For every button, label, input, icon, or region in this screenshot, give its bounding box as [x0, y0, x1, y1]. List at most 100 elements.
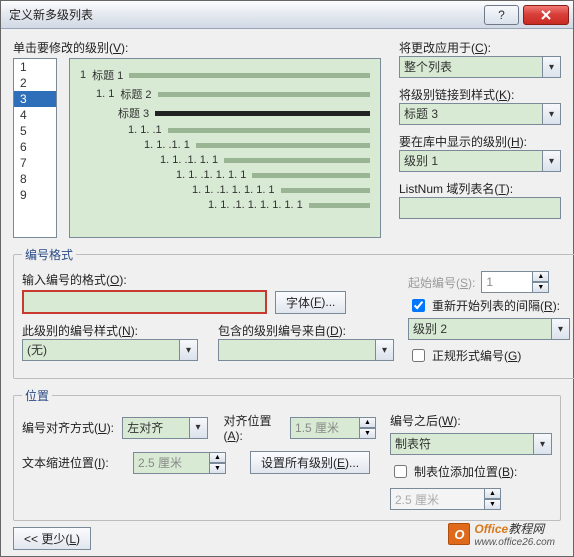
include-from-label: 包含的级别编号来自(D):: [218, 322, 394, 339]
chevron-down-icon[interactable]: [543, 103, 561, 125]
restart-label: 重新开始列表的间隔(R):: [432, 297, 560, 314]
close-button[interactable]: [523, 5, 569, 25]
restart-combo[interactable]: 级别 2: [408, 318, 570, 340]
spin-up-icon[interactable]: ▲: [533, 271, 549, 282]
apply-to-combo[interactable]: 整个列表: [399, 56, 561, 78]
align-at-input[interactable]: [290, 417, 360, 439]
link-style-label: 将级别链接到样式(K):: [399, 86, 561, 103]
align-combo[interactable]: 左对齐: [122, 417, 207, 439]
listnum-value: [399, 197, 561, 219]
preview-row: 标题 3: [80, 105, 370, 121]
chevron-down-icon[interactable]: [543, 150, 561, 172]
restart-checkbox[interactable]: [412, 299, 425, 312]
spin-up-icon[interactable]: ▲: [360, 417, 376, 428]
preview-row: 1标题 1: [80, 67, 370, 83]
level-item[interactable]: 8: [14, 171, 56, 187]
format-fieldset: 编号格式 输入编号的格式(O): 字体(F)... 此级别的编号样式(N): (…: [13, 246, 574, 379]
legal-checkbox-row[interactable]: 正规形式编号(G): [408, 346, 570, 365]
chevron-down-icon[interactable]: [543, 56, 561, 78]
follow-combo[interactable]: 制表符: [390, 433, 552, 455]
level-item[interactable]: 1: [14, 59, 56, 75]
office-icon: O: [448, 523, 470, 545]
show-level-combo[interactable]: 级别 1: [399, 150, 561, 172]
preview-row: 1. 1. .1. 1. 1. 1: [80, 169, 370, 181]
chevron-down-icon[interactable]: [534, 433, 552, 455]
restart-value: 级别 2: [408, 318, 552, 340]
preview-row: 1. 1标题 2: [80, 86, 370, 102]
follow-value: 制表符: [390, 433, 534, 455]
tab-add-input: [390, 488, 485, 510]
link-style-combo[interactable]: 标题 3: [399, 103, 561, 125]
apply-to-label: 将更改应用于(C):: [399, 39, 561, 56]
spin-up-icon[interactable]: ▲: [210, 452, 226, 463]
restart-checkbox-row[interactable]: 重新开始列表的间隔(R):: [408, 296, 570, 315]
align-value: 左对齐: [122, 417, 189, 439]
align-at-spin[interactable]: ▲▼: [290, 417, 376, 439]
listnum-input[interactable]: [399, 197, 561, 219]
include-from-value: [218, 339, 376, 361]
less-button[interactable]: << 更少(L): [13, 527, 91, 550]
chevron-down-icon[interactable]: [552, 318, 570, 340]
spin-up-icon: ▲: [485, 488, 501, 499]
level-style-label: 此级别的编号样式(N):: [22, 322, 198, 339]
tab-add-spin: ▲▼: [390, 488, 552, 510]
listnum-label: ListNum 域列表名(T):: [399, 180, 561, 197]
level-item[interactable]: 4: [14, 107, 56, 123]
show-level-label: 要在库中显示的级别(H):: [399, 133, 561, 150]
preview-row: 1. 1. .1. 1: [80, 139, 370, 151]
indent-spin[interactable]: ▲▼: [133, 452, 226, 474]
level-item[interactable]: 2: [14, 75, 56, 91]
position-legend: 位置: [22, 387, 52, 404]
set-all-button[interactable]: 设置所有级别(E)...: [250, 451, 370, 474]
preview-row: 1. 1. .1. 1. 1: [80, 154, 370, 166]
titlebar: 定义新多级列表 ?: [1, 1, 573, 29]
format-input[interactable]: [22, 290, 267, 314]
dialog-body: 单击要修改的级别(V): 123456789 1标题 1 1. 1标题 2 标题 3…: [1, 29, 573, 556]
legal-label: 正规形式编号(G): [432, 347, 521, 364]
level-list[interactable]: 123456789: [13, 58, 57, 238]
bottom-bar: << 更少(L) O Office教程网 www.office26.com: [13, 527, 561, 550]
level-list-col: 123456789: [13, 58, 61, 238]
spin-down-icon[interactable]: ▼: [533, 282, 549, 293]
spin-down-icon[interactable]: ▼: [360, 428, 376, 439]
chevron-down-icon[interactable]: [190, 417, 208, 439]
link-style-value: 标题 3: [399, 103, 543, 125]
apply-to-value: 整个列表: [399, 56, 543, 78]
preview-row: 1. 1. .1. 1. 1. 1. 1. 1: [80, 199, 370, 211]
level-item[interactable]: 6: [14, 139, 56, 155]
level-style-value: (无): [22, 339, 180, 361]
level-item[interactable]: 5: [14, 123, 56, 139]
position-fieldset: 位置 编号对齐方式(U): 左对齐 对齐位置(A): ▲▼: [13, 387, 561, 521]
spin-down-icon[interactable]: ▼: [210, 463, 226, 474]
start-at-label: 起始编号(S):: [408, 274, 475, 291]
preview-pane: 1标题 1 1. 1标题 2 标题 3 1. 1. .1 1. 1. .1. 1 1. 1…: [69, 58, 381, 238]
tab-add-label: 制表位添加位置(B):: [414, 463, 517, 480]
level-style-combo[interactable]: (无): [22, 339, 198, 361]
chevron-down-icon[interactable]: [376, 339, 394, 361]
tab-add-checkbox[interactable]: [394, 465, 407, 478]
format-legend: 编号格式: [22, 246, 76, 263]
start-at-spin[interactable]: ▲▼: [481, 271, 549, 293]
include-from-combo[interactable]: [218, 339, 394, 361]
indent-input[interactable]: [133, 452, 210, 474]
close-icon: [540, 9, 552, 21]
click-level-label: 单击要修改的级别(V):: [13, 39, 381, 56]
chevron-down-icon[interactable]: [180, 339, 198, 361]
top-area: 单击要修改的级别(V): 123456789 1标题 1 1. 1标题 2 标题 3…: [13, 39, 561, 238]
legal-checkbox[interactable]: [412, 349, 425, 362]
level-item[interactable]: 7: [14, 155, 56, 171]
start-at-input[interactable]: [481, 271, 533, 293]
level-item[interactable]: 9: [14, 187, 56, 203]
indent-label: 文本缩进位置(I):: [22, 454, 127, 471]
help-button[interactable]: ?: [484, 5, 519, 25]
font-button[interactable]: 字体(F)...: [275, 291, 346, 314]
preview-row: 1. 1. .1: [80, 124, 370, 136]
dialog: 定义新多级列表 ? 单击要修改的级别(V): 123456789 1标题 1 1.…: [0, 0, 574, 557]
tab-add-checkbox-row[interactable]: 制表位添加位置(B):: [390, 462, 552, 481]
level-item[interactable]: 3: [14, 91, 56, 107]
align-at-label: 对齐位置(A):: [224, 412, 284, 443]
right-column: 将更改应用于(C): 整个列表 将级别链接到样式(K): 标题 3 要在库中显示…: [399, 39, 561, 238]
show-level-value: 级别 1: [399, 150, 543, 172]
preview-row: 1. 1. .1. 1. 1. 1. 1: [80, 184, 370, 196]
window-title: 定义新多级列表: [9, 6, 484, 23]
